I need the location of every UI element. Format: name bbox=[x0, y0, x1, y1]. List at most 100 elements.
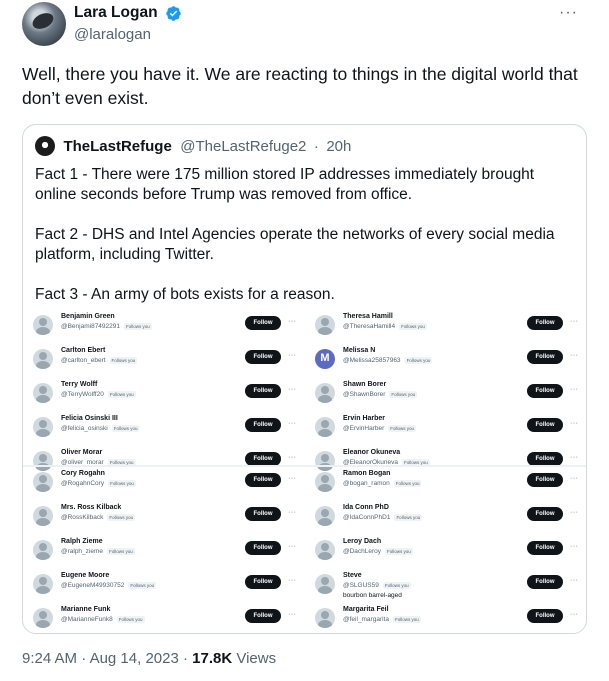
follow-button[interactable]: Follow bbox=[527, 507, 563, 521]
follower-name[interactable]: Melissa N bbox=[343, 347, 375, 354]
follower-row[interactable]: Carlton Ebert @carlton_ebert Follows you Fo… bbox=[23, 344, 304, 378]
follower-avatar[interactable] bbox=[315, 417, 335, 437]
follower-row[interactable]: Ramon Bogan @bogan_ramon Follows you Follow… bbox=[305, 467, 586, 501]
follower-handle[interactable]: @feil_margarita bbox=[343, 616, 389, 623]
follower-handle[interactable]: @bogan_ramon bbox=[343, 480, 390, 487]
follower-avatar[interactable]: M bbox=[315, 349, 335, 369]
follower-avatar[interactable] bbox=[315, 540, 335, 560]
follower-row[interactable]: Steve @SLGUS59 Follows you bourbon barrel-a… bbox=[305, 569, 586, 603]
row-more-icon[interactable]: ··· bbox=[288, 473, 297, 485]
row-more-icon[interactable]: ··· bbox=[570, 384, 579, 396]
follower-avatar[interactable] bbox=[315, 608, 335, 628]
row-more-icon[interactable]: ··· bbox=[288, 575, 297, 587]
follower-name[interactable]: Benjamin Green bbox=[61, 313, 115, 320]
follower-name[interactable]: Carlton Ebert bbox=[61, 347, 105, 354]
follower-handle[interactable]: @ErvinHarber bbox=[343, 425, 384, 432]
follow-button[interactable]: Follow bbox=[527, 473, 563, 487]
follower-handle[interactable]: @DachLeroy bbox=[343, 548, 381, 555]
follower-avatar[interactable] bbox=[33, 315, 53, 335]
follower-name[interactable]: Cory Rogahn bbox=[61, 470, 105, 477]
follower-handle[interactable]: @felicia_osinski bbox=[61, 425, 108, 432]
author-handle[interactable]: @laralogan bbox=[74, 26, 182, 43]
follower-handle[interactable]: @Melissa25857963 bbox=[343, 357, 401, 364]
follower-name[interactable]: Terry Wolff bbox=[61, 381, 97, 388]
follow-button[interactable]: Follow bbox=[245, 452, 281, 466]
quote-display-name[interactable]: TheLastRefuge bbox=[63, 138, 171, 155]
follow-button[interactable]: Follow bbox=[245, 473, 281, 487]
row-more-icon[interactable]: ··· bbox=[570, 507, 579, 519]
follower-avatar[interactable] bbox=[315, 315, 335, 335]
follower-avatar[interactable] bbox=[33, 349, 53, 369]
follow-button[interactable]: Follow bbox=[245, 575, 281, 589]
follow-button[interactable]: Follow bbox=[527, 452, 563, 466]
follower-name[interactable]: Steve bbox=[343, 572, 362, 579]
row-more-icon[interactable]: ··· bbox=[288, 418, 297, 430]
follower-name[interactable]: Theresa Hamill bbox=[343, 313, 393, 320]
follower-avatar[interactable] bbox=[315, 506, 335, 526]
follower-row[interactable]: Ida Conn PhD @IdaConnPhD1 Follows you Follo… bbox=[305, 501, 586, 535]
row-more-icon[interactable]: ··· bbox=[288, 350, 297, 362]
follower-handle[interactable]: @EugeneM49930752 bbox=[61, 582, 124, 589]
follower-avatar[interactable] bbox=[315, 574, 335, 594]
follow-button[interactable]: Follow bbox=[527, 350, 563, 364]
follower-handle[interactable]: @TerryWolff20 bbox=[61, 391, 104, 398]
follower-handle[interactable]: @TheresaHamill4 bbox=[343, 323, 395, 330]
follow-button[interactable]: Follow bbox=[527, 316, 563, 330]
follow-button[interactable]: Follow bbox=[245, 541, 281, 555]
follower-row[interactable]: Eugene Moore @EugeneM49930752 Follows you F… bbox=[23, 569, 304, 603]
follow-button[interactable]: Follow bbox=[245, 350, 281, 364]
follower-avatar[interactable] bbox=[315, 472, 335, 492]
follow-button[interactable]: Follow bbox=[245, 609, 281, 623]
follower-avatar[interactable] bbox=[33, 608, 53, 628]
row-more-icon[interactable]: ··· bbox=[288, 507, 297, 519]
row-more-icon[interactable]: ··· bbox=[570, 541, 579, 553]
row-more-icon[interactable]: ··· bbox=[570, 609, 579, 621]
follower-row[interactable]: Cory Rogahn @RogahnCory Follows you Follow ·… bbox=[23, 467, 304, 501]
row-more-icon[interactable]: ··· bbox=[570, 418, 579, 430]
follower-name[interactable]: Eugene Moore bbox=[61, 572, 109, 579]
row-more-icon[interactable]: ··· bbox=[288, 384, 297, 396]
follow-button[interactable]: Follow bbox=[527, 541, 563, 555]
follower-avatar[interactable] bbox=[33, 417, 53, 437]
follow-button[interactable]: Follow bbox=[245, 316, 281, 330]
follower-name[interactable]: Marianne Funk bbox=[61, 606, 110, 613]
follower-name[interactable]: Ida Conn PhD bbox=[343, 504, 389, 511]
follow-button[interactable]: Follow bbox=[527, 575, 563, 589]
author-display-name[interactable]: Lara Logan bbox=[74, 4, 158, 22]
follower-name[interactable]: Ralph Zieme bbox=[61, 538, 103, 545]
row-more-icon[interactable]: ··· bbox=[570, 316, 579, 328]
follow-button[interactable]: Follow bbox=[245, 384, 281, 398]
follower-handle[interactable]: @ralph_zieme bbox=[61, 548, 103, 555]
row-more-icon[interactable]: ··· bbox=[288, 452, 297, 464]
follower-row[interactable]: M Melissa N @Melissa25857963 Follows you Fol… bbox=[305, 344, 586, 378]
row-more-icon[interactable]: ··· bbox=[570, 473, 579, 485]
follower-avatar[interactable] bbox=[33, 540, 53, 560]
follower-name[interactable]: Shawn Borer bbox=[343, 381, 386, 388]
follower-row[interactable]: Benjamin Green @Benjami87492291 Follows yo… bbox=[23, 310, 304, 344]
follower-name[interactable]: Mrs. Ross Kilback bbox=[61, 504, 121, 511]
follower-row[interactable]: Leroy Dach @DachLeroy Follows you Follow ··· bbox=[305, 535, 586, 569]
row-more-icon[interactable]: ··· bbox=[288, 541, 297, 553]
follower-handle[interactable]: @IdaConnPhD1 bbox=[343, 514, 390, 521]
row-more-icon[interactable]: ··· bbox=[570, 350, 579, 362]
follow-button[interactable]: Follow bbox=[527, 609, 563, 623]
follower-handle[interactable]: @SLGUS59 bbox=[343, 582, 379, 589]
quoted-tweet[interactable]: TheLastRefuge @TheLastRefuge2 · 20h Fact… bbox=[22, 124, 587, 634]
follower-name[interactable]: Eleanor Okuneva bbox=[343, 449, 400, 456]
follower-row[interactable]: Shawn Borer @ShawnBorer Follows you Follow ·… bbox=[305, 378, 586, 412]
follower-handle[interactable]: @Benjami87492291 bbox=[61, 323, 120, 330]
follower-row[interactable]: Margarita Feil @feil_margarita Follows you… bbox=[305, 603, 586, 633]
follower-avatar[interactable] bbox=[33, 574, 53, 594]
author-avatar[interactable] bbox=[22, 2, 66, 46]
follower-handle[interactable]: @carlton_ebert bbox=[61, 357, 106, 364]
follower-avatar[interactable] bbox=[33, 472, 53, 492]
follower-row[interactable]: Ralph Zieme @ralph_zieme Follows you Follow… bbox=[23, 535, 304, 569]
follower-handle[interactable]: @RossKilback bbox=[61, 514, 103, 521]
follower-name[interactable]: Ervin Harber bbox=[343, 415, 385, 422]
follow-button[interactable]: Follow bbox=[527, 418, 563, 432]
follower-avatar[interactable] bbox=[33, 506, 53, 526]
tweet-time[interactable]: 9:24 AM bbox=[22, 650, 77, 667]
follow-button[interactable]: Follow bbox=[527, 384, 563, 398]
follow-button[interactable]: Follow bbox=[245, 418, 281, 432]
quote-handle[interactable]: @TheLastRefuge2 bbox=[180, 138, 306, 155]
